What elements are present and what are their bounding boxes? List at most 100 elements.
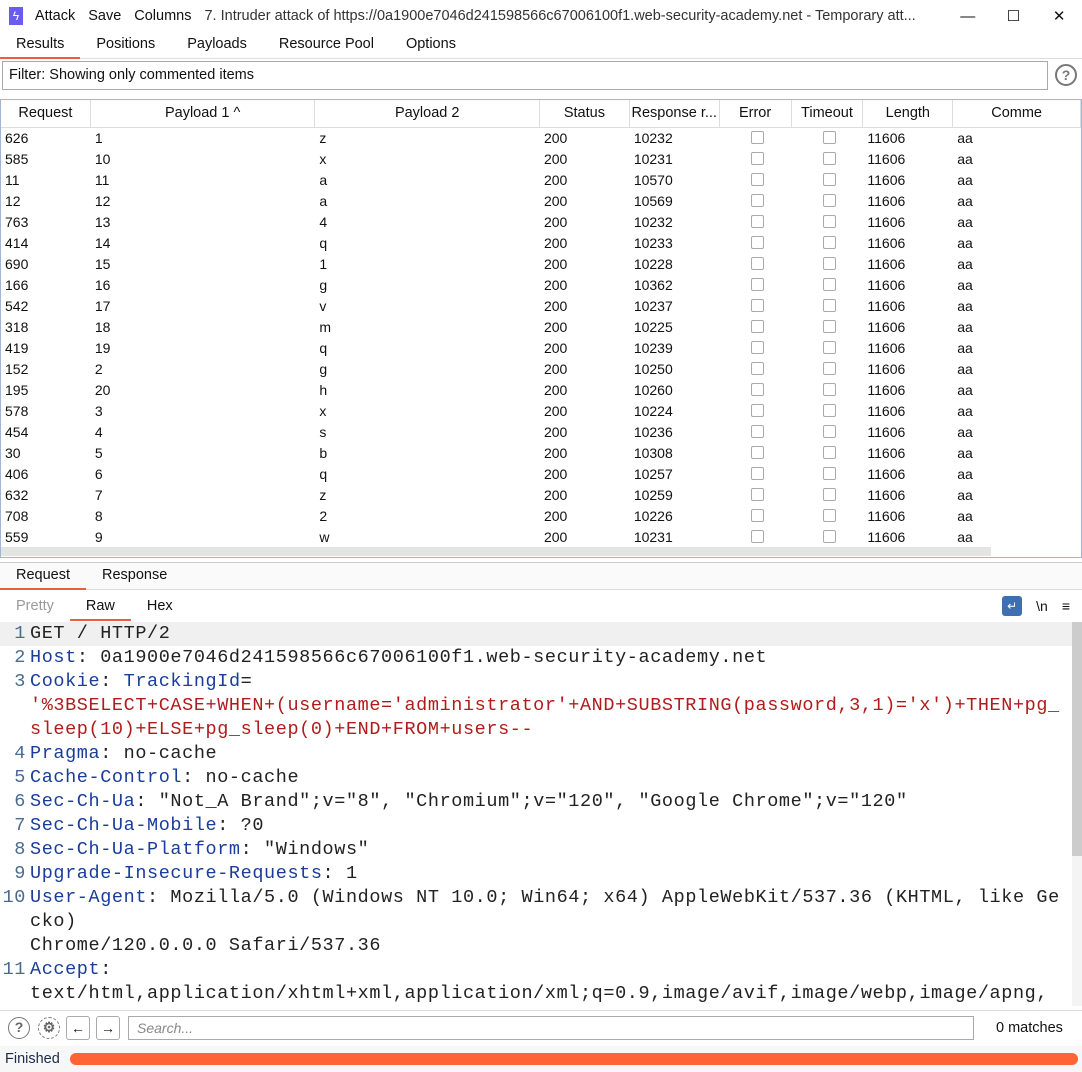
menu-columns[interactable]: Columns [134,8,191,24]
checkbox[interactable] [751,425,765,438]
checkbox[interactable] [751,362,765,375]
column-header[interactable]: Timeout [792,100,864,127]
help-icon[interactable]: ? [1055,64,1077,86]
checkbox[interactable] [822,215,836,228]
tab-positions[interactable]: Positions [80,32,171,58]
help-icon[interactable]: ? [8,1016,30,1039]
show-newlines-button[interactable]: \n [1036,598,1048,614]
checkbox[interactable] [822,530,836,543]
tab-response[interactable]: Response [86,563,183,589]
checkbox[interactable] [822,446,836,459]
checkbox[interactable] [751,152,765,165]
checkbox[interactable] [751,383,765,396]
table-row[interactable]: 542 17 v 200 10237 11606 aa [1,296,1081,317]
checkbox[interactable] [822,299,836,312]
minimize-button[interactable]: — [945,8,991,25]
table-row[interactable]: 690 15 1 200 10228 11606 aa [1,254,1081,275]
checkbox[interactable] [751,236,765,249]
checkbox[interactable] [822,404,836,417]
checkbox[interactable] [822,488,836,501]
table-row[interactable]: 632 7 z 200 10259 11606 aa [1,485,1081,506]
table-row[interactable]: 406 6 q 200 10257 11606 aa [1,464,1081,485]
checkbox[interactable] [751,341,765,354]
table-row[interactable]: 763 13 4 200 10232 11606 aa [1,212,1081,233]
column-header[interactable]: Response r... [630,100,720,127]
checkbox[interactable] [751,173,765,186]
checkbox[interactable] [751,467,765,480]
tab-request[interactable]: Request [0,563,87,590]
tab-options[interactable]: Options [390,32,472,58]
column-header[interactable]: Error [720,100,792,127]
column-header[interactable]: Payload 2 [315,100,540,127]
search-input[interactable]: Search... [128,1015,974,1040]
checkbox[interactable] [751,215,765,228]
filter-bar[interactable]: Filter: Showing only commented items [2,61,1048,90]
horizontal-scrollbar[interactable] [1,547,991,556]
checkbox[interactable] [822,236,836,249]
table-row[interactable]: 12 12 a 200 10569 11606 aa [1,191,1081,212]
checkbox[interactable] [822,425,836,438]
checkbox[interactable] [822,383,836,396]
scrollbar-thumb[interactable] [1072,622,1082,856]
column-header[interactable]: Comme [953,100,1081,127]
table-row[interactable]: 708 8 2 200 10226 11606 aa [1,506,1081,527]
checkbox[interactable] [822,362,836,375]
table-cell: v [319,298,327,314]
checkbox[interactable] [751,131,765,144]
checkbox[interactable] [751,194,765,207]
table-row[interactable]: 419 19 q 200 10239 11606 aa [1,338,1081,359]
tab-results[interactable]: Results [0,32,81,59]
close-button[interactable]: ✕ [1036,7,1082,25]
checkbox[interactable] [822,152,836,165]
menu-icon[interactable]: ≡ [1062,598,1070,614]
checkbox[interactable] [751,530,765,543]
checkbox[interactable] [822,131,836,144]
checkbox[interactable] [822,257,836,270]
tab-resource-pool[interactable]: Resource Pool [263,32,390,58]
checkbox[interactable] [822,467,836,480]
checkbox[interactable] [822,278,836,291]
table-row[interactable]: 166 16 g 200 10362 11606 aa [1,275,1081,296]
gear-icon[interactable]: ⚙ [38,1016,60,1039]
checkbox[interactable] [751,257,765,270]
menu-attack[interactable]: Attack [35,8,75,24]
table-row[interactable]: 585 10 x 200 10231 11606 aa [1,149,1081,170]
checkbox[interactable] [822,341,836,354]
checkbox[interactable] [751,488,765,501]
vertical-scrollbar[interactable] [1072,622,1082,1006]
tab-pretty[interactable]: Pretty [0,593,70,620]
table-row[interactable]: 152 2 g 200 10250 11606 aa [1,359,1081,380]
table-row[interactable]: 559 9 w 200 10231 11606 aa [1,527,1081,548]
checkbox[interactable] [751,404,765,417]
table-row[interactable]: 578 3 x 200 10224 11606 aa [1,401,1081,422]
maximize-button[interactable]: ☐ [991,7,1037,25]
menu-save[interactable]: Save [88,8,121,24]
table-row[interactable]: 11 11 a 200 10570 11606 aa [1,170,1081,191]
checkbox[interactable] [751,509,765,522]
table-row[interactable]: 30 5 b 200 10308 11606 aa [1,443,1081,464]
tab-hex[interactable]: Hex [131,593,189,620]
checkbox[interactable] [751,299,765,312]
table-row[interactable]: 414 14 q 200 10233 11606 aa [1,233,1081,254]
checkbox[interactable] [822,173,836,186]
column-header[interactable]: Payload 1 ^ [91,100,316,127]
checkbox[interactable] [751,320,765,333]
checkbox[interactable] [751,278,765,291]
checkbox[interactable] [822,509,836,522]
column-header[interactable]: Status [540,100,630,127]
table-row[interactable]: 195 20 h 200 10260 11606 aa [1,380,1081,401]
column-header[interactable]: Request [1,100,91,127]
checkbox[interactable] [822,194,836,207]
table-row[interactable]: 626 1 z 200 10232 11606 aa [1,128,1081,149]
word-wrap-icon[interactable]: ↵ [1002,596,1023,616]
tab-payloads[interactable]: Payloads [171,32,263,58]
next-arrow-icon[interactable]: → [96,1015,120,1040]
checkbox[interactable] [751,446,765,459]
request-editor[interactable]: 1 GET / HTTP/2 2 Host: 0a1900e7046d24159856… [0,622,1072,1006]
table-row[interactable]: 318 18 m 200 10225 11606 aa [1,317,1081,338]
column-header[interactable]: Length [863,100,954,127]
checkbox[interactable] [822,320,836,333]
table-row[interactable]: 454 4 s 200 10236 11606 aa [1,422,1081,443]
previous-arrow-icon[interactable]: ← [66,1015,90,1040]
tab-raw[interactable]: Raw [69,593,131,621]
